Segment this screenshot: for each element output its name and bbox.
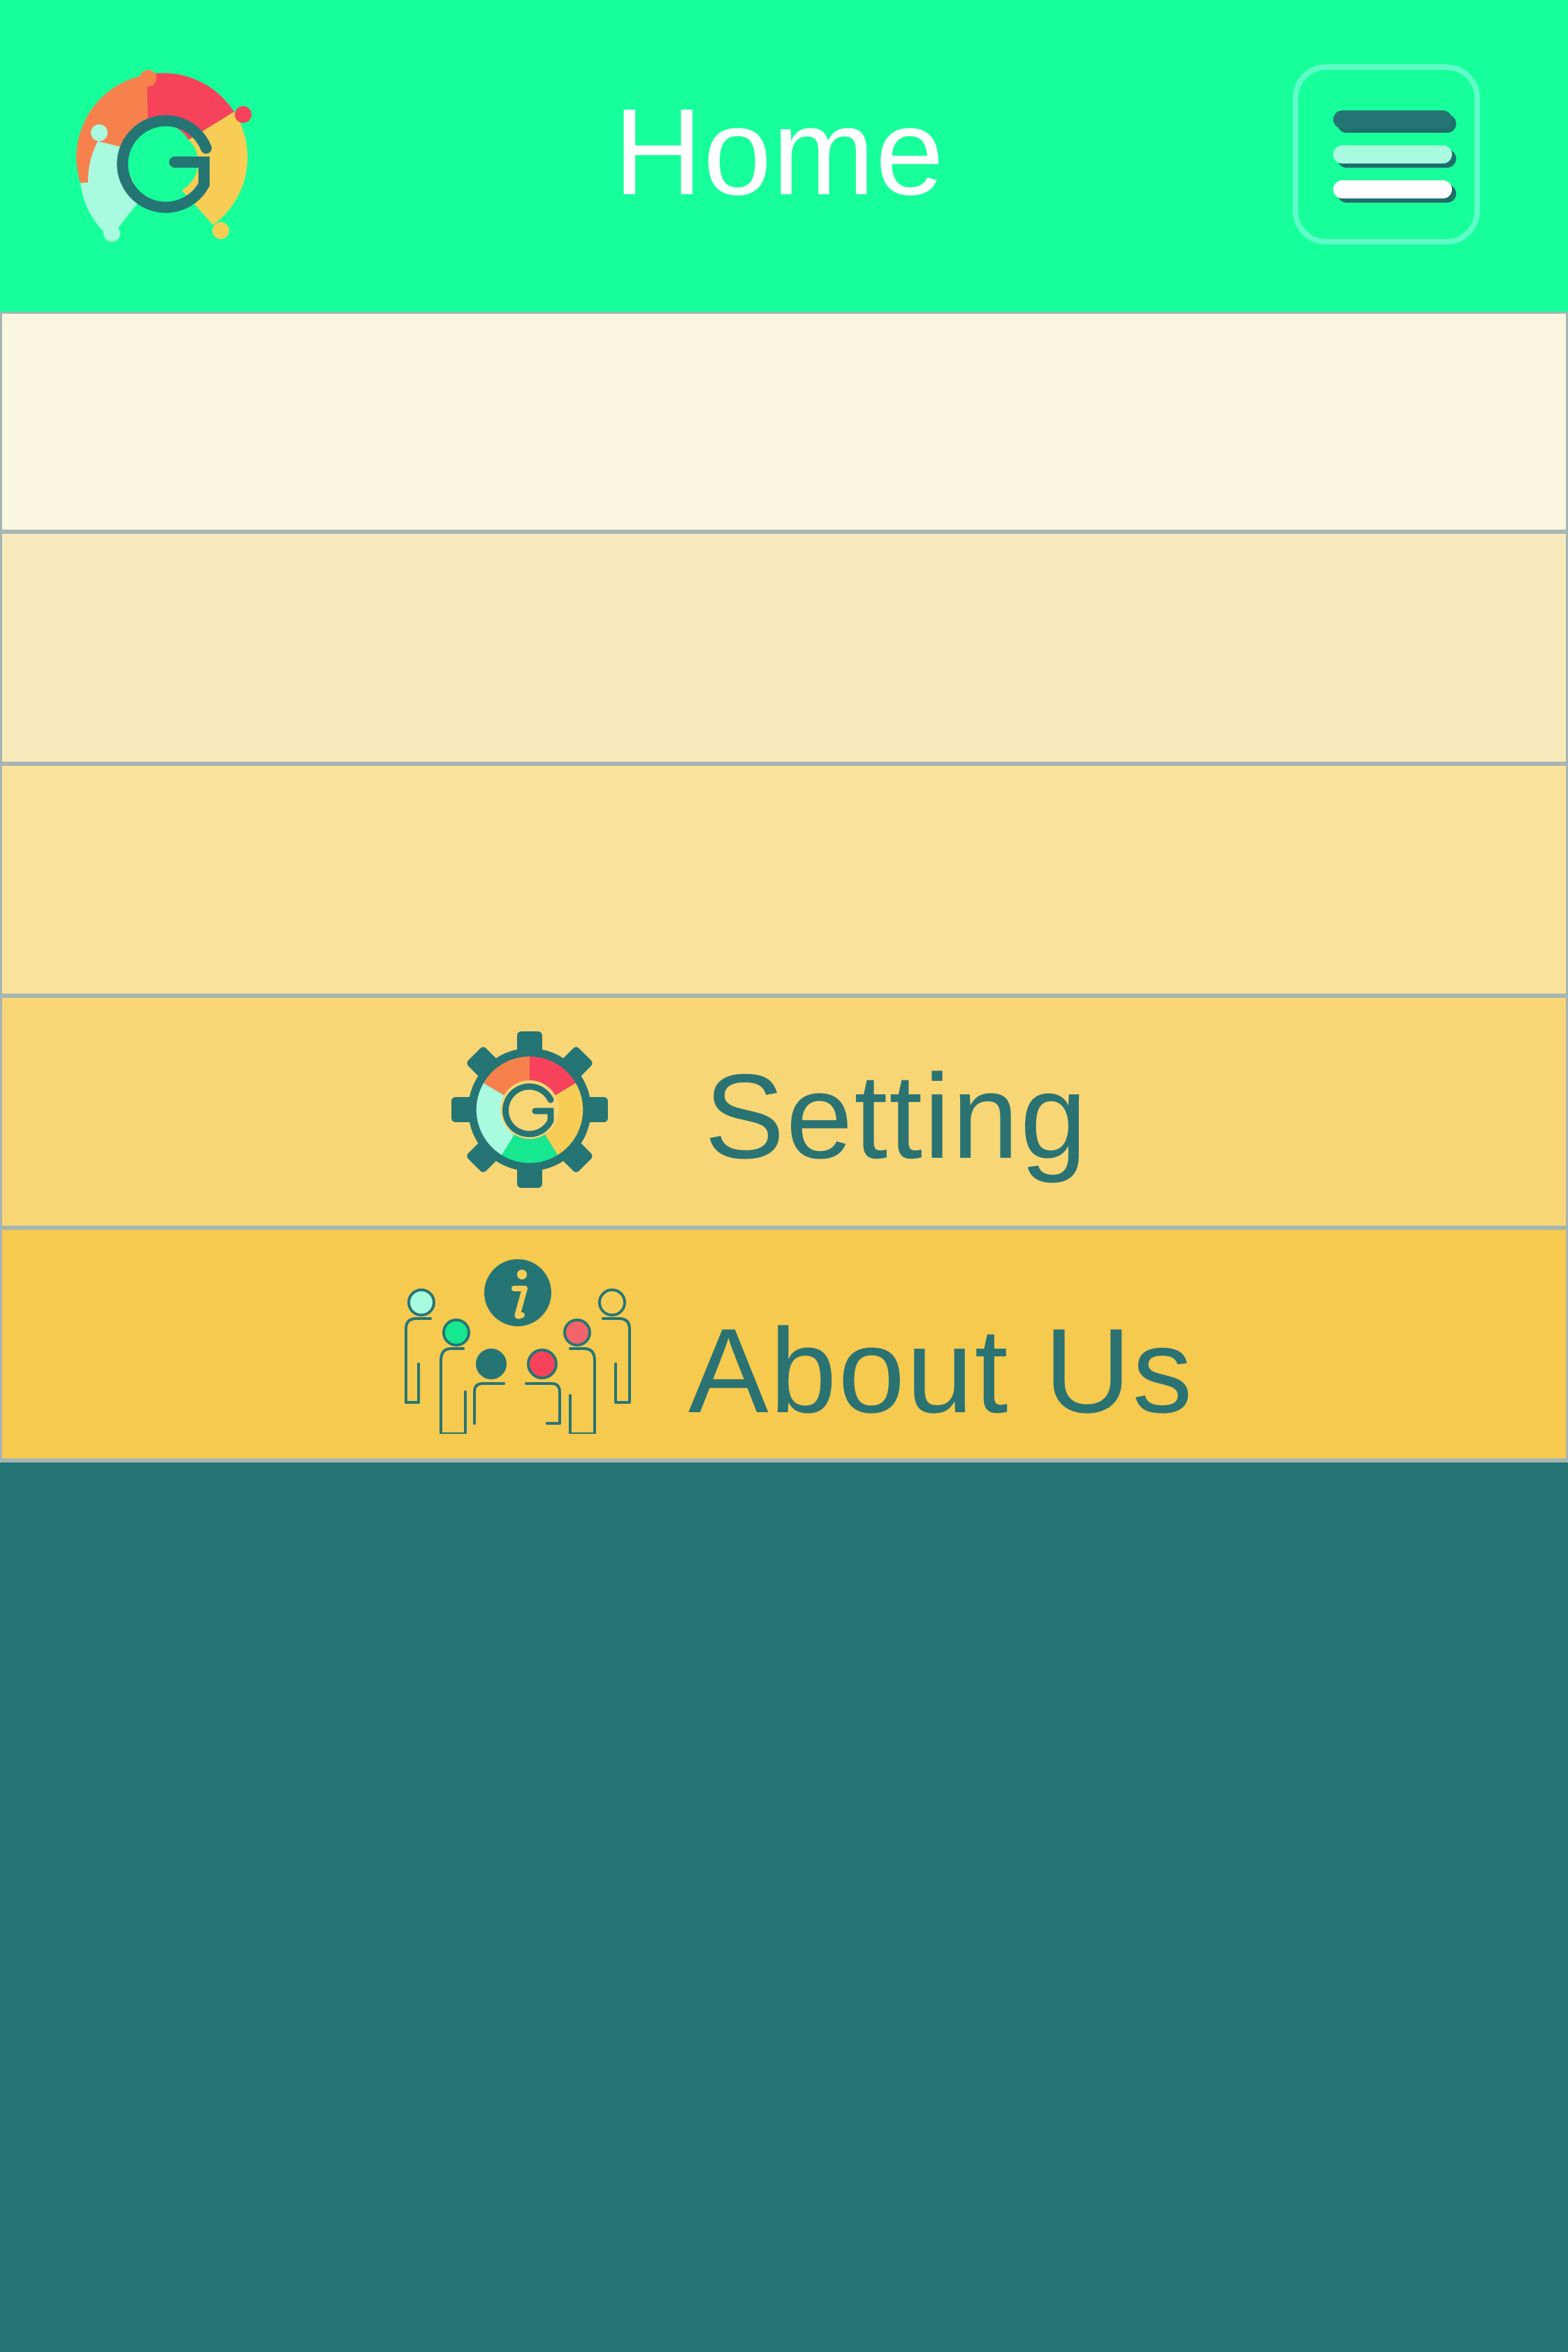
hamburger-menu-icon <box>1333 110 1456 203</box>
menu-item-empty-3[interactable] <box>2 766 1566 998</box>
setting-label: Setting <box>704 1050 1089 1184</box>
gear-icon <box>451 1031 608 1188</box>
menu-item-empty-2[interactable] <box>2 534 1566 766</box>
hamburger-menu-button[interactable] <box>1293 64 1480 245</box>
menu-item-setting[interactable]: Setting <box>2 998 1566 1230</box>
app-header: Home <box>0 0 1568 312</box>
about-us-label: About Us <box>688 1304 1194 1438</box>
menu-item-empty-1[interactable] <box>2 312 1566 534</box>
empty-content-area <box>0 1462 1568 2352</box>
team-info-icon <box>405 1259 631 1434</box>
menu-item-about-us[interactable]: About Us <box>2 1230 1566 1462</box>
